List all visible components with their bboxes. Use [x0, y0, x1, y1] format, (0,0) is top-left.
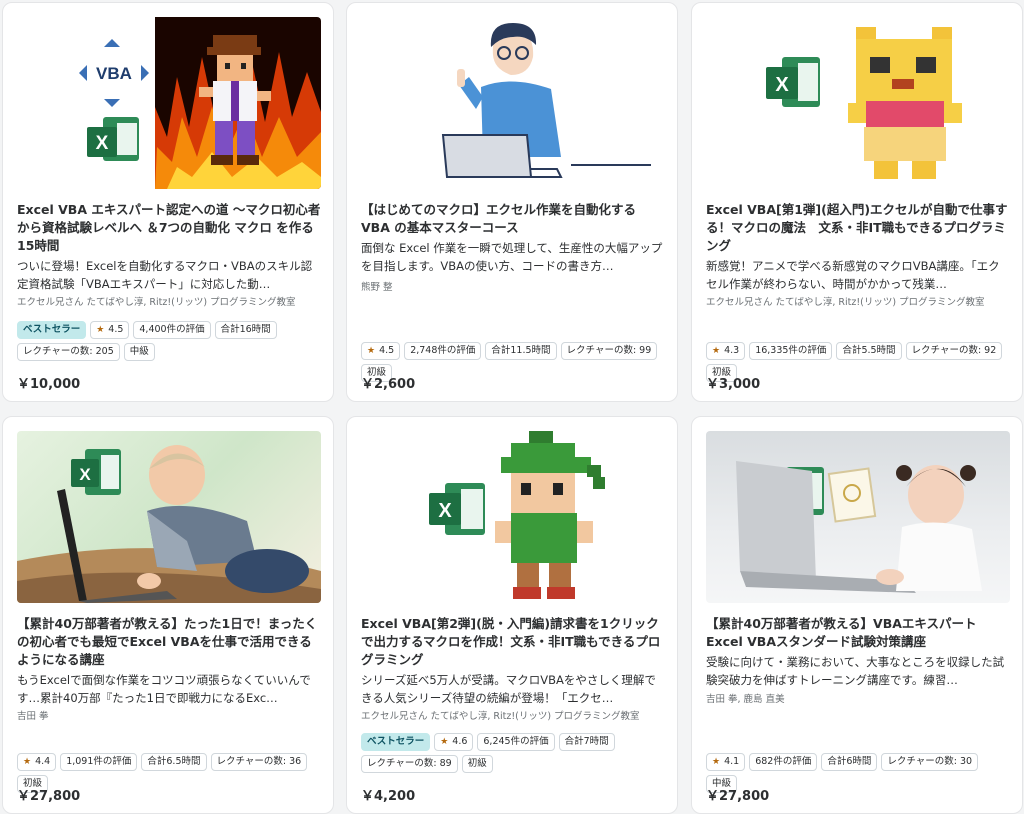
course-thumbnail[interactable]: X: [706, 431, 1010, 603]
course-thumbnail[interactable]: VBA X: [17, 17, 321, 189]
course-price: ￥2,600: [361, 377, 416, 392]
course-price: ￥27,800: [706, 789, 770, 804]
course-instructors: 熊野 整: [361, 282, 393, 293]
course-price: ￥10,000: [17, 377, 81, 392]
course-description: シリーズ延べ5万人が受講。マクロVBAをやさしく理解できる人気シリーズ待望の続編…: [361, 673, 656, 705]
course-card[interactable]: X Excel VBA[第2弾](脱・入門編)請求書を1クリックで出力するマクロ…: [346, 416, 678, 814]
reviews-badge: 4,400件の評価: [133, 321, 211, 339]
hours-badge: 合計6時間: [821, 753, 878, 771]
svg-text:X: X: [438, 500, 452, 522]
course-card[interactable]: VBA X Excel VBA エキスパート認定への道 〜マクロ初心者から資格試…: [2, 2, 334, 402]
course-thumbnail[interactable]: [361, 17, 665, 189]
star-icon: ★: [712, 757, 721, 767]
svg-text:X: X: [79, 465, 91, 484]
reviews-badge: 1,091件の評価: [60, 753, 138, 771]
rating-value: 4.3: [724, 345, 740, 356]
course-description: 受験に向けて・業務において、大事なところを収録した試験突破力を伸ばすトレーニング…: [706, 655, 1005, 687]
rating-badge: ★ 4.5: [90, 321, 130, 339]
rating-value: 4.6: [452, 736, 468, 747]
course-title[interactable]: Excel VBA[第1弾](超入門)エクセルが自動で仕事する！マクロの魔法 文…: [706, 201, 1010, 255]
lectures-badge: レクチャーの数: 205: [17, 343, 120, 361]
rating-value: 4.5: [108, 324, 124, 335]
rating-badge: ★ 4.3: [706, 342, 746, 360]
course-thumbnail[interactable]: X: [17, 431, 321, 603]
course-meta: ベストセラー ★ 4.6 6,245件の評価 合計7時間 レクチャーの数: 89 …: [361, 733, 667, 773]
course-price: ￥4,200: [361, 789, 416, 804]
excel-logo-icon: X: [71, 449, 121, 495]
course-description: もうExcelで面倒な作業をコツコツ頑張らなくていいんです…累計40万部『たった…: [17, 673, 311, 705]
course-thumbnail[interactable]: X: [361, 431, 665, 603]
lectures-badge: レクチャーの数: 92: [905, 342, 1003, 360]
rating-value: 4.5: [379, 345, 395, 356]
course-thumbnail[interactable]: X: [706, 17, 1010, 189]
excel-logo-icon: X: [429, 483, 485, 535]
star-icon: ★: [96, 325, 105, 335]
bestseller-badge: ベストセラー: [17, 321, 87, 339]
rating-badge: ★ 4.1: [706, 753, 746, 771]
rating-badge: ★ 4.5: [361, 342, 401, 360]
course-title[interactable]: 【累計40万部著者が教える】VBAエキスパート Excel VBAスタンダード試…: [706, 615, 1010, 651]
course-instructors: エクセル兄さん たてばやし淳, Ritz!(リッツ) プログラミング教室: [706, 297, 985, 308]
vba-arrows-icon: VBA: [79, 39, 149, 107]
star-icon: ★: [23, 757, 32, 767]
course-card[interactable]: X Excel VBA[第1弾](超入門)エクセルが自動で仕事する！マクロの魔法…: [691, 2, 1023, 402]
course-title[interactable]: Excel VBA エキスパート認定への道 〜マクロ初心者から資格試験レベルへ …: [17, 201, 321, 255]
hours-badge: 合計6.5時間: [141, 753, 207, 771]
rating-badge: ★ 4.4: [17, 753, 57, 771]
rating-value: 4.1: [724, 756, 740, 767]
reviews-badge: 6,245件の評価: [477, 733, 555, 751]
reviews-badge: 16,335件の評価: [749, 342, 833, 360]
hours-badge: 合計5.5時間: [836, 342, 902, 360]
svg-text:VBA: VBA: [96, 64, 132, 83]
course-card[interactable]: 【はじめてのマクロ】エクセル作業を自動化する VBA の基本マスターコース 面倒…: [346, 2, 678, 402]
lectures-badge: レクチャーの数: 30: [881, 753, 979, 771]
course-price: ￥27,800: [17, 789, 81, 804]
course-title[interactable]: 【累計40万部著者が教える】たった1日で！まったくの初心者でも最短でExcel …: [17, 615, 321, 669]
hours-badge: 合計16時間: [214, 321, 277, 339]
excel-logo-icon: X: [87, 117, 139, 161]
course-instructors: 吉田 拳: [17, 711, 49, 722]
rating-badge: ★ 4.6: [434, 733, 474, 751]
course-card[interactable]: X 【累計40万部著者が教える】VBAエキスパート Excel VBAスタンダー…: [691, 416, 1023, 814]
course-title[interactable]: 【はじめてのマクロ】エクセル作業を自動化する VBA の基本マスターコース: [361, 201, 665, 237]
rating-value: 4.4: [35, 756, 51, 767]
course-instructors: エクセル兄さん たてばやし淳, Ritz!(リッツ) プログラミング教室: [361, 711, 640, 722]
star-icon: ★: [712, 346, 721, 356]
excel-logo-icon: X: [766, 57, 820, 107]
hours-badge: 合計7時間: [558, 733, 615, 751]
course-instructors: エクセル兄さん たてばやし淳, Ritz!(リッツ) プログラミング教室: [17, 297, 296, 308]
course-description: 面倒な Excel 作業を一瞬で処理して、生産性の大幅アップを目指します。VBA…: [361, 241, 663, 273]
course-card[interactable]: X 【累計40万部著者が教える】たった1日で！まったくの初心者でも最短でExce…: [2, 416, 334, 814]
star-icon: ★: [440, 737, 449, 747]
course-price: ￥3,000: [706, 377, 761, 392]
course-description: ついに登場！Excelを自動化するマクロ・VBAのスキル認定資格試験「VBAエキ…: [17, 259, 313, 291]
lectures-badge: レクチャーの数: 89: [361, 755, 458, 773]
course-instructors: 吉田 拳, 鹿島 直美: [706, 694, 785, 705]
reviews-badge: 2,748件の評価: [404, 342, 482, 360]
course-title[interactable]: Excel VBA[第2弾](脱・入門編)請求書を1クリックで出力するマクロを作…: [361, 615, 665, 669]
svg-text:X: X: [775, 74, 789, 96]
star-icon: ★: [367, 346, 376, 356]
lectures-badge: レクチャーの数: 99: [560, 342, 658, 360]
certificate-icon: [827, 467, 877, 523]
course-description: 新感覚！アニメで学べる新感覚のマクロVBA講座。「エクセル作業が終わらない、時間…: [706, 259, 1000, 291]
svg-text:X: X: [96, 133, 109, 154]
reviews-badge: 682件の評価: [749, 753, 818, 771]
level-badge: 中級: [123, 343, 155, 361]
lectures-badge: レクチャーの数: 36: [210, 753, 308, 771]
level-badge: 初級: [461, 755, 493, 773]
bestseller-badge: ベストセラー: [361, 733, 431, 751]
course-meta: ベストセラー ★ 4.5 4,400件の評価 合計16時間 レクチャーの数: 20…: [17, 321, 323, 361]
hours-badge: 合計11.5時間: [485, 342, 557, 360]
